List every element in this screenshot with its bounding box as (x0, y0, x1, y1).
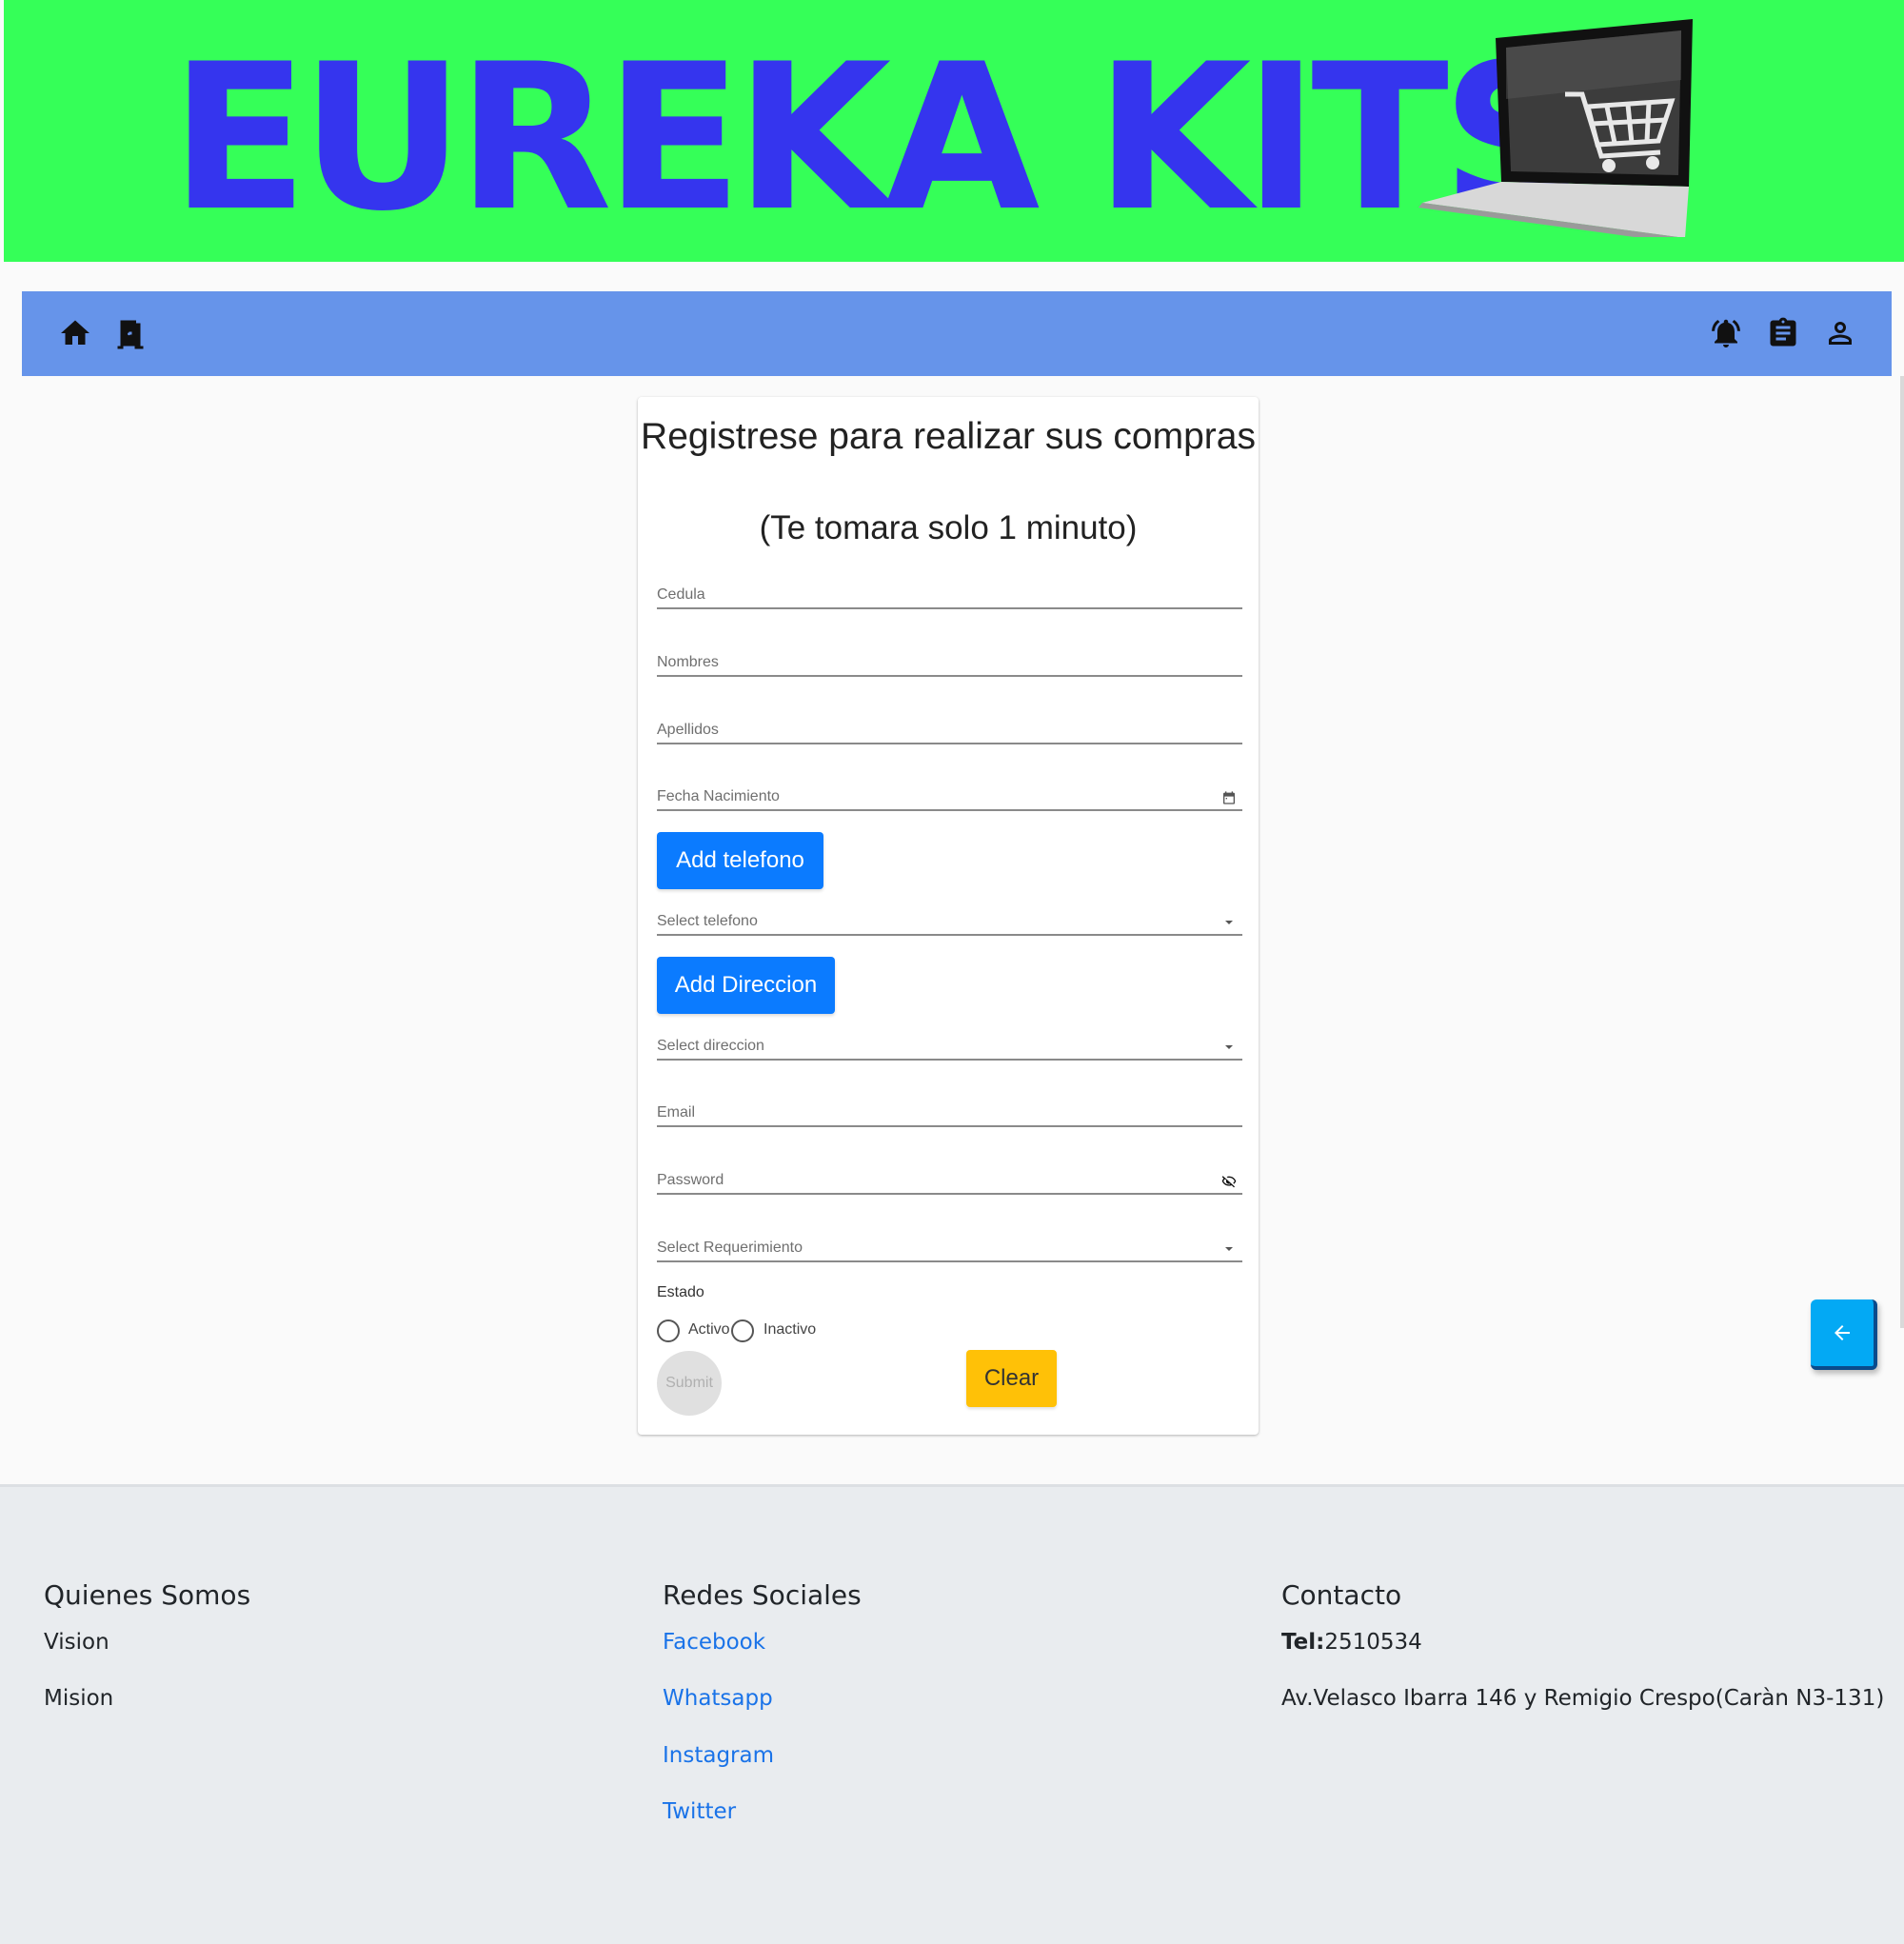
cedula-field[interactable]: Cedula (657, 585, 1242, 609)
select-requerimiento-dropdown[interactable]: Select Requerimiento (657, 1238, 1242, 1262)
chevron-down-icon (1221, 1040, 1237, 1055)
laptop-shopping-cart-image (1403, 13, 1698, 244)
instagram-link[interactable]: Instagram (663, 1743, 774, 1768)
brand-logo-text: EUREKA KITS (170, 20, 1587, 255)
radio-activo[interactable] (657, 1319, 680, 1342)
estado-label: Estado (657, 1284, 704, 1300)
header-banner: EUREKA KITS (4, 0, 1904, 262)
footer-about-item: Mision (44, 1686, 114, 1711)
chevron-down-icon (1221, 915, 1237, 930)
twitter-link[interactable]: Twitter (663, 1799, 736, 1824)
form-subtitle: (Te tomara solo 1 minuto) (759, 509, 1138, 546)
back-button[interactable] (1811, 1299, 1877, 1370)
select-requerimiento-label: Select Requerimiento (657, 1240, 803, 1256)
contact-address: Av.Velasco Ibarra 146 y Remigio Crespo(C… (1281, 1686, 1885, 1711)
calendar-icon[interactable] (1221, 790, 1237, 805)
radio-activo-label: Activo (688, 1321, 730, 1338)
select-telefono-label: Select telefono (657, 913, 758, 929)
email-label: Email (657, 1104, 696, 1121)
notification-bell-icon[interactable] (1709, 316, 1743, 350)
fecha-nacimiento-label: Fecha Nacimiento (657, 788, 780, 804)
footer-social-heading: Redes Sociales (663, 1579, 862, 1611)
whatsapp-link[interactable]: Whatsapp (663, 1686, 773, 1711)
password-field[interactable]: Password (657, 1170, 1242, 1195)
home-icon[interactable] (58, 316, 92, 350)
form-title: Registrese para realizar sus compras (641, 416, 1256, 457)
submit-button[interactable]: Submit (657, 1351, 722, 1416)
cedula-label: Cedula (657, 586, 705, 603)
select-direccion-dropdown[interactable]: Select direccion (657, 1036, 1242, 1061)
apellidos-label: Apellidos (657, 722, 719, 738)
top-navbar (22, 291, 1892, 376)
exit-door-icon[interactable] (113, 316, 148, 350)
footer-about-item: Vision (44, 1630, 109, 1655)
footer-about-heading: Quienes Somos (44, 1579, 251, 1611)
add-telefono-button[interactable]: Add telefono (657, 832, 823, 889)
nombres-field[interactable]: Nombres (657, 652, 1242, 677)
clear-button[interactable]: Clear (966, 1350, 1057, 1407)
contact-phone: Tel:2510534 (1281, 1630, 1422, 1655)
select-telefono-dropdown[interactable]: Select telefono (657, 911, 1242, 936)
phone-value: 2510534 (1324, 1630, 1422, 1655)
phone-label: Tel: (1281, 1630, 1325, 1655)
radio-inactivo[interactable] (731, 1319, 754, 1342)
add-direccion-button[interactable]: Add Direccion (657, 957, 835, 1014)
footer-contact-heading: Contacto (1281, 1579, 1402, 1611)
vertical-scrollbar[interactable] (1900, 376, 1904, 1328)
user-icon[interactable] (1823, 316, 1857, 350)
arrow-left-icon (1835, 1325, 1850, 1340)
site-footer: Quienes Somos Vision Mision Redes Social… (0, 1484, 1904, 1944)
radio-inactivo-label: Inactivo (764, 1321, 817, 1338)
email-field[interactable]: Email (657, 1102, 1242, 1127)
nombres-label: Nombres (657, 654, 719, 670)
select-direccion-label: Select direccion (657, 1038, 764, 1054)
password-label: Password (657, 1172, 724, 1188)
clipboard-icon[interactable] (1766, 316, 1800, 350)
facebook-link[interactable]: Facebook (663, 1630, 765, 1655)
chevron-down-icon (1221, 1241, 1237, 1257)
eye-off-icon[interactable] (1221, 1174, 1237, 1189)
fecha-nacimiento-field[interactable]: Fecha Nacimiento (657, 786, 1242, 811)
apellidos-field[interactable]: Apellidos (657, 720, 1242, 744)
